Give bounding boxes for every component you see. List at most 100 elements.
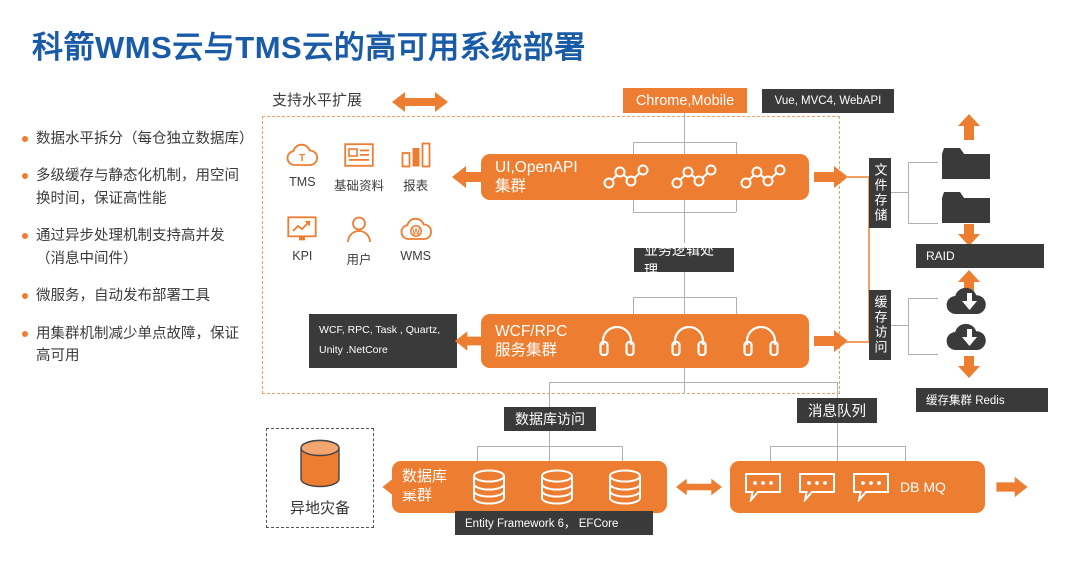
- database-cylinder-icon: [608, 469, 641, 505]
- connector-line: [908, 162, 909, 223]
- disaster-recovery-label: 异地灾备: [289, 499, 350, 517]
- connector-line: [684, 368, 685, 394]
- folder-icon: [942, 192, 990, 223]
- disaster-recovery-box: 异地灾备: [266, 428, 374, 528]
- headphones-icon: [599, 326, 635, 356]
- module-label: KPI: [292, 249, 313, 263]
- horizontal-scale-label: 支持水平扩展: [272, 92, 363, 109]
- list-item: 多级缓存与静态化机制，用空间换时间，保证高性能: [22, 165, 250, 210]
- database-cylinder-icon: [540, 469, 573, 505]
- arrow-left-icon: [382, 476, 414, 498]
- tech-stack-service: WCF, RPC, Task , Quartz, Unity .NetCore: [309, 314, 457, 368]
- list-item: 数据水平拆分（每仓独立数据库）: [22, 128, 254, 150]
- cloud-download-icon: [946, 323, 986, 351]
- user-icon: [331, 212, 388, 246]
- module-label: WMS: [400, 249, 431, 263]
- module-basic-data[interactable]: 基础资料: [331, 138, 388, 194]
- feature-bullet-list: 数据水平拆分（每仓独立数据库） 多级缓存与静态化机制，用空间换时间，保证高性能 …: [22, 128, 254, 383]
- svg-text:T: T: [299, 153, 305, 164]
- cluster-label: WCF/RPC 服务集群: [495, 322, 568, 359]
- connector-line: [549, 382, 550, 407]
- bullet-dot-icon: [22, 173, 28, 180]
- id-card-icon: [331, 138, 388, 172]
- bullet-dot-icon: [22, 293, 28, 300]
- arrow-down-icon: [958, 356, 980, 378]
- page-title: 科箭WMS云与TMS云的高可用系统部署: [32, 30, 586, 65]
- arrow-up-icon: [958, 114, 980, 140]
- tech-stack-web: Vue, MVC4, WebAPI: [762, 89, 894, 113]
- arrow-right-icon: [814, 166, 848, 188]
- bullet-text: 用集群机制减少单点故障，保证高可用: [36, 325, 239, 365]
- database-cylinder-icon: [300, 439, 340, 487]
- chat-bubble-icon: [745, 473, 781, 502]
- right-bus-line: [846, 341, 870, 343]
- chat-bubble-icon: [799, 473, 835, 502]
- module-tms[interactable]: T TMS: [274, 138, 331, 194]
- connector-line: [622, 446, 623, 461]
- folder-icon: [942, 148, 990, 179]
- connector-line: [684, 272, 685, 297]
- chat-bubble-icon: [853, 473, 889, 502]
- connector-line: [770, 446, 771, 461]
- bullet-dot-icon: [22, 330, 28, 337]
- application-module-icons: T TMS 基础资料 报表 KPI 用户 W WMS: [274, 138, 444, 268]
- list-item: 用集群机制减少单点故障，保证高可用: [22, 323, 250, 368]
- list-item: 通过异步处理机制支持高并发（消息中间件）: [22, 225, 250, 270]
- connector-line: [891, 192, 908, 193]
- network-nodes-icon: [671, 164, 717, 189]
- module-wms[interactable]: W WMS: [387, 212, 444, 268]
- module-user[interactable]: 用户: [331, 212, 388, 268]
- connector-line: [549, 431, 550, 446]
- network-nodes-icon: [603, 164, 649, 189]
- bullet-dot-icon: [22, 136, 28, 142]
- module-report[interactable]: 报表: [387, 138, 444, 194]
- connector-line: [837, 446, 838, 461]
- business-logic-label: 业务逻辑处理: [634, 242, 734, 278]
- db-access-label: 数据库访问: [504, 407, 596, 431]
- module-kpi[interactable]: KPI: [274, 212, 331, 268]
- file-storage-label: 文件存储: [869, 158, 891, 228]
- connector-line: [908, 162, 938, 163]
- raid-box: RAID: [916, 244, 1044, 268]
- bullet-text: 数据水平拆分（每仓独立数据库）: [36, 131, 254, 147]
- tech-stack-db: Entity Framework 6， EFCore: [455, 511, 653, 535]
- module-label: 报表: [403, 179, 429, 193]
- module-label: 基础资料: [334, 179, 385, 193]
- bullet-dot-icon: [22, 233, 28, 240]
- service-cluster[interactable]: WCF/RPC 服务集群: [481, 314, 809, 368]
- connector-line: [477, 446, 478, 461]
- database-cluster[interactable]: 数据库 集群: [392, 461, 667, 513]
- message-queue-cluster[interactable]: DB MQ: [730, 461, 985, 513]
- connector-line: [549, 446, 550, 461]
- list-item: 微服务，自动发布部署工具: [22, 285, 250, 307]
- connector-line: [905, 446, 906, 461]
- database-cylinder-icon: [473, 469, 505, 505]
- connector-line: [684, 297, 685, 315]
- connector-line: [736, 200, 737, 212]
- connector-line: [908, 298, 938, 299]
- mq-trailing-label: DB MQ: [900, 479, 946, 495]
- connector-line: [684, 113, 685, 142]
- cache-access-label: 缓存访问: [869, 290, 891, 360]
- ui-openapi-cluster[interactable]: UI,OpenAPI 集群: [481, 154, 809, 200]
- double-arrow-horizontal-icon: [676, 478, 722, 496]
- cluster-label: UI,OpenAPI 集群: [495, 158, 578, 195]
- monitor-chart-icon: [274, 212, 331, 246]
- tech-stack-service-text: WCF, RPC, Task , Quartz, Unity .NetCore: [319, 324, 441, 356]
- module-label: 用户: [346, 253, 372, 267]
- bullet-text: 多级缓存与静态化机制，用空间换时间，保证高性能: [36, 168, 239, 207]
- bullet-text: 通过异步处理机制支持高并发（消息中间件）: [36, 228, 225, 267]
- connector-line: [837, 423, 838, 446]
- headphones-icon: [743, 326, 779, 356]
- cache-cluster-box: 缓存集群 Redis: [916, 388, 1048, 412]
- module-label: TMS: [289, 175, 316, 189]
- cloud-t-icon: T: [274, 138, 331, 172]
- message-queue-label: 消息队列: [797, 398, 877, 423]
- arrow-down-icon: [958, 224, 980, 246]
- connector-line: [633, 297, 634, 315]
- cloud-w-icon: W: [387, 212, 444, 246]
- svg-text:W: W: [412, 228, 420, 237]
- connector-line: [684, 200, 685, 212]
- bar-chart-icon: [387, 138, 444, 172]
- connector-line: [736, 297, 737, 315]
